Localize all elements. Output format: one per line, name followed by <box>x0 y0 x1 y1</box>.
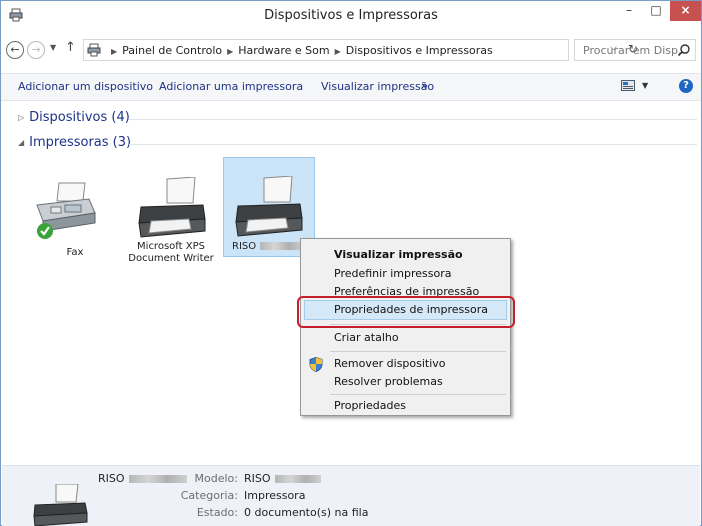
expanded-arrow-icon: ◢ <box>18 138 25 147</box>
command-bar: Adicionar um dispositivo Adicionar uma i… <box>1 73 701 101</box>
shield-icon <box>309 357 323 372</box>
collapsed-arrow-icon: ▷ <box>18 113 25 122</box>
redacted-name <box>260 242 305 250</box>
more-commands-button[interactable]: » <box>421 79 428 92</box>
breadcrumb-item[interactable]: Dispositivos e Impressoras <box>346 44 493 57</box>
recent-locations-dropdown-icon[interactable]: ▼ <box>50 43 56 52</box>
menu-item-remove-device[interactable]: Remover dispositivo <box>334 357 446 370</box>
control-panel-icon <box>87 43 101 57</box>
search-placeholder: Procurar em Disp... <box>583 44 689 57</box>
back-button[interactable]: ← <box>6 41 24 59</box>
close-button[interactable]: × <box>670 1 701 21</box>
help-button[interactable]: ? <box>679 79 693 93</box>
address-toolbar: ← → ▼ ↑ ▶ Painel de Controlo ▶ Hardware e S… <box>1 37 701 65</box>
breadcrumb-separator-icon: ▶ <box>111 47 118 56</box>
change-view-icon[interactable] <box>621 80 635 91</box>
minimize-button[interactable]: – <box>616 1 642 21</box>
menu-separator <box>330 351 506 352</box>
state-value: 0 documento(s) na fila <box>244 506 369 519</box>
search-icon[interactable] <box>677 43 691 57</box>
highlight-callout <box>297 296 515 328</box>
printer-icon <box>235 176 303 237</box>
view-dropdown-icon[interactable]: ▼ <box>642 81 648 90</box>
printer-icon <box>138 177 206 238</box>
redacted-model <box>274 475 321 483</box>
category-label: Categoria: <box>180 489 238 502</box>
group-divider <box>129 144 697 145</box>
breadcrumb: ▶ Painel de Controlo ▶ Hardware e Som ▶ Dispo… <box>106 44 493 57</box>
menu-item-properties[interactable]: Propriedades <box>334 399 406 412</box>
window-title: Dispositivos e Impressoras <box>264 8 438 23</box>
breadcrumb-item[interactable]: Painel de Controlo <box>122 44 222 57</box>
title-bar: Dispositivos e Impressoras – □ × <box>1 1 701 31</box>
group-divider <box>129 119 697 120</box>
printer-fax[interactable]: Fax <box>29 171 121 258</box>
add-printer-button[interactable]: Adicionar uma impressora <box>159 80 303 93</box>
window: Dispositivos e Impressoras – □ × ← → ▼ ↑… <box>0 0 702 526</box>
category-value: Impressora <box>244 489 306 502</box>
menu-item-set-default[interactable]: Predefinir impressora <box>334 267 451 280</box>
menu-separator <box>330 394 506 395</box>
menu-item-troubleshoot[interactable]: Resolver problemas <box>334 375 443 388</box>
state-label: Estado: <box>196 506 238 519</box>
search-box[interactable]: Procurar em Disp... <box>574 39 696 61</box>
printer-icon <box>33 484 88 526</box>
address-bar[interactable]: ▶ Painel de Controlo ▶ Hardware e Som ▶ Dispo… <box>83 39 638 61</box>
maximize-button[interactable]: □ <box>643 1 669 21</box>
breadcrumb-item[interactable]: Hardware e Som <box>238 44 329 57</box>
details-pane: RISO Modelo: RISO Categoria: Impressora … <box>2 465 700 526</box>
forward-button[interactable]: → <box>27 41 45 59</box>
printer-label: Microsoft XPS Document Writer <box>128 241 214 264</box>
breadcrumb-separator-icon[interactable]: ▶ <box>227 47 233 56</box>
printer-label: Fax <box>66 247 84 258</box>
add-device-button[interactable]: Adicionar um dispositivo <box>18 80 153 93</box>
model-label: Modelo: <box>194 472 238 485</box>
menu-item-create-shortcut[interactable]: Criar atalho <box>334 331 399 344</box>
group-header-devices[interactable]: ▷ Dispositivos (4) <box>18 110 130 125</box>
fax-icon <box>36 182 96 239</box>
print-preview-button[interactable]: Visualizar impressão <box>321 80 434 93</box>
menu-item-print-preview[interactable]: Visualizar impressão <box>334 248 463 261</box>
printer-xps[interactable]: Microsoft XPS Document Writer <box>127 171 215 281</box>
group-header-printers[interactable]: ◢ Impressoras (3) <box>18 135 131 150</box>
breadcrumb-separator-icon[interactable]: ▶ <box>335 47 341 56</box>
up-button[interactable]: ↑ <box>65 40 76 55</box>
model-value: RISO <box>244 472 321 485</box>
